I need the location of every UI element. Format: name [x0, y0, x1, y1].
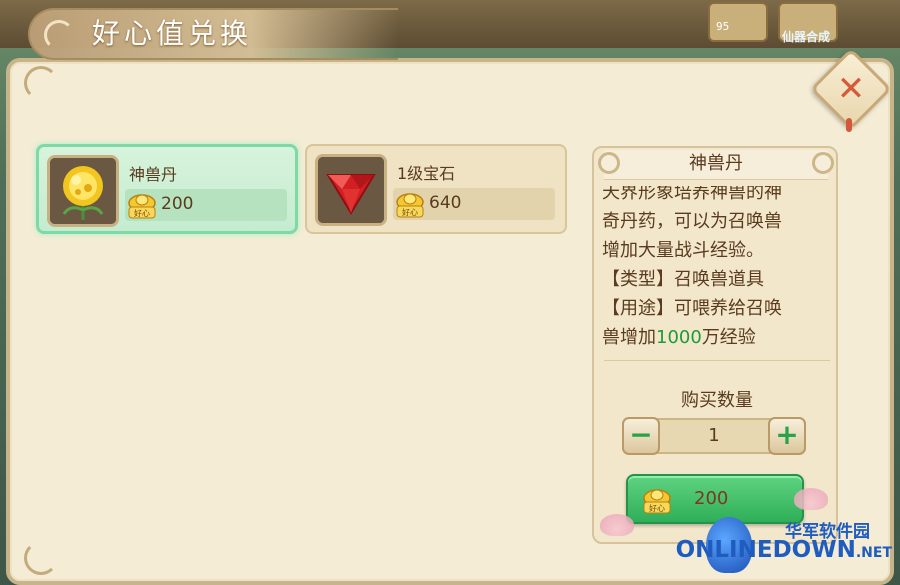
desc-highlight: 1000 — [656, 327, 702, 348]
item-price: 640 — [429, 193, 462, 213]
golden-flower-pill-icon — [47, 155, 119, 227]
watermark-en: ONLINEDOWN.NET — [676, 537, 892, 563]
decrease-button[interactable]: − — [622, 417, 660, 455]
buy-price: 200 — [694, 488, 729, 509]
desc-fragment: 万经验 — [701, 327, 756, 348]
divider — [604, 360, 830, 361]
currency-label: 好心 — [649, 503, 665, 513]
watermark: 华军软件园 ONLINEDOWN.NET — [676, 515, 892, 577]
item-card-shenshoudan[interactable]: 神兽丹 好心 200 — [36, 144, 298, 234]
increase-button[interactable]: + — [768, 417, 806, 455]
item-card-gem[interactable]: 1级宝石 好心 640 — [305, 144, 567, 234]
close-tassel — [846, 118, 852, 132]
item-price: 200 — [161, 194, 194, 214]
detail-title: 神兽丹 — [689, 153, 743, 174]
desc-line: 奇丹药，可以为召唤兽 — [602, 211, 782, 232]
description-scroll[interactable]: 天界形象培养神兽的神 奇丹药，可以为召唤兽 增加大量战斗经验。 【类型】召唤兽道… — [602, 186, 832, 352]
decor-curl — [44, 20, 74, 50]
watermark-en-main: ONLINEDOWN — [675, 537, 856, 563]
dialog-title: 好心值兑换 — [92, 17, 253, 50]
price-row: 好心 640 — [393, 188, 555, 220]
quantity-label: 购买数量 — [681, 390, 753, 411]
watermark-en-suffix: .NET — [855, 545, 892, 561]
close-icon: ✕ — [836, 69, 866, 109]
lotus-decor — [600, 514, 634, 536]
detail-title-bar: 神兽丹 — [598, 150, 834, 180]
quantity-stepper: − 1 + — [622, 417, 806, 455]
price-row: 好心 200 — [125, 189, 287, 221]
red-gem-icon — [315, 154, 387, 226]
lotus-decor — [794, 488, 828, 510]
hud-count: 95 — [716, 20, 730, 33]
haoxin-ingot-icon: 好心 — [128, 194, 156, 219]
haoxin-ingot-icon: 好心 — [643, 489, 671, 514]
desc-fragment: 兽增加 — [602, 327, 656, 348]
quantity-value[interactable]: 1 — [664, 420, 764, 452]
hud-tag: 仙器合成 — [782, 30, 831, 44]
desc-line: 天界形象培养神兽的神 — [602, 186, 782, 203]
item-description: 天界形象培养神兽的神 奇丹药，可以为召唤兽 增加大量战斗经验。 【类型】召唤兽道… — [602, 186, 832, 352]
detail-panel: 神兽丹 天界形象培养神兽的神 奇丹药，可以为召唤兽 增加大量战斗经验。 【类型】… — [592, 146, 838, 544]
desc-line-last: 兽增加1000万经验 — [602, 323, 832, 352]
plus-icon: + — [775, 418, 799, 451]
decor-corner — [24, 541, 58, 575]
desc-line: 【类型】召唤兽道具 — [602, 269, 764, 290]
item-name: 神兽丹 — [129, 165, 178, 184]
currency-label: 好心 — [402, 207, 418, 217]
haoxin-ingot-icon: 好心 — [396, 193, 424, 218]
desc-line: 增加大量战斗经验。 — [602, 240, 764, 261]
currency-label: 好心 — [134, 208, 150, 218]
decor-corner — [24, 66, 58, 100]
minus-icon: − — [629, 418, 653, 451]
desc-line: 【用途】可喂养给召唤 — [602, 298, 782, 319]
item-name: 1级宝石 — [397, 164, 456, 183]
